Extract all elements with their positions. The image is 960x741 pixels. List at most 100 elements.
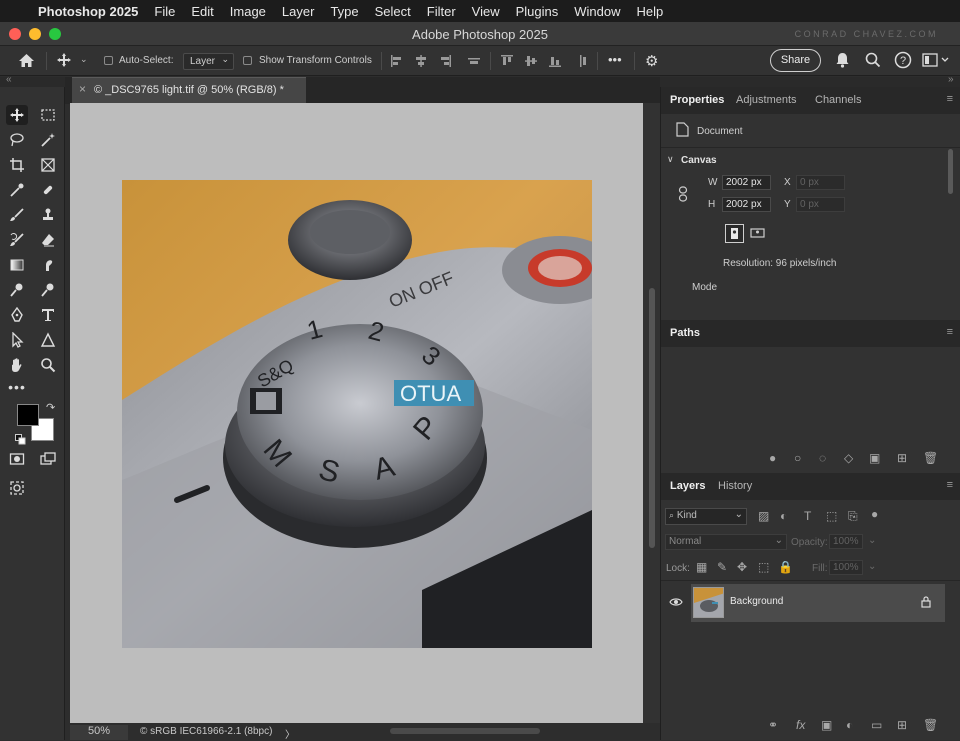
trash-icon[interactable]: 🗑 bbox=[923, 451, 938, 465]
zoom-tool[interactable] bbox=[37, 355, 59, 375]
new-path-icon[interactable]: ⊞ bbox=[897, 451, 907, 465]
lock-position-icon[interactable]: ✥ bbox=[737, 560, 747, 574]
link-icon[interactable] bbox=[678, 186, 688, 207]
marquee-tool[interactable] bbox=[37, 105, 59, 125]
fill-dropdown-icon[interactable]: ⌄ bbox=[868, 561, 876, 572]
more-options-button[interactable]: ••• bbox=[608, 52, 622, 67]
align-center-icon[interactable] bbox=[414, 54, 428, 71]
edit-toolbar-button[interactable]: ••• bbox=[6, 377, 28, 397]
gear-icon[interactable]: ⚙ bbox=[645, 52, 658, 70]
layer-row[interactable]: Background bbox=[669, 584, 945, 622]
adjustment-filter-icon[interactable]: ◐ bbox=[780, 509, 787, 523]
menu-file[interactable]: File bbox=[154, 4, 175, 19]
portrait-orientation-button[interactable] bbox=[725, 224, 744, 243]
trash-icon[interactable]: 🗑 bbox=[923, 718, 938, 732]
horizontal-scrollbar[interactable] bbox=[390, 728, 540, 734]
fill-field[interactable]: 100% bbox=[829, 560, 863, 575]
clone-stamp-tool[interactable] bbox=[37, 205, 59, 225]
app-menu[interactable]: Photoshop 2025 bbox=[38, 4, 138, 19]
smart-object-filter-icon[interactable]: ⎘ bbox=[848, 509, 858, 524]
new-group-icon[interactable]: ▭ bbox=[871, 718, 882, 732]
width-field[interactable]: 2002 px bbox=[722, 175, 771, 190]
quick-mask-icon[interactable] bbox=[6, 449, 28, 469]
align-left-icon[interactable] bbox=[390, 54, 404, 71]
search-icon[interactable] bbox=[865, 52, 881, 73]
screen-mode-icon[interactable] bbox=[37, 449, 59, 469]
height-field[interactable]: 2002 px bbox=[722, 197, 771, 212]
show-transform-checkbox[interactable] bbox=[243, 56, 252, 65]
workspace-icon[interactable] bbox=[922, 53, 950, 72]
auto-select-dropdown[interactable]: Layer ⌄ bbox=[183, 53, 234, 70]
zoom-level-field[interactable]: 50% bbox=[70, 725, 128, 740]
default-colors-icon[interactable] bbox=[15, 432, 26, 450]
magic-wand-tool[interactable] bbox=[37, 130, 59, 150]
shape-tool[interactable] bbox=[37, 330, 59, 350]
link-layers-icon[interactable]: ⚭ bbox=[768, 718, 778, 732]
tab-paths[interactable]: Paths bbox=[670, 327, 700, 339]
menu-edit[interactable]: Edit bbox=[191, 4, 213, 19]
blend-mode-dropdown[interactable]: Normal ⌄ bbox=[665, 534, 787, 550]
auto-select-checkbox[interactable] bbox=[104, 56, 113, 65]
pixel-filter-icon[interactable]: ▨ bbox=[758, 509, 769, 523]
move-tool[interactable] bbox=[6, 105, 28, 125]
tab-properties[interactable]: Properties bbox=[670, 94, 724, 106]
panel-menu-icon[interactable]: ≡ bbox=[947, 326, 953, 338]
menu-image[interactable]: Image bbox=[230, 4, 266, 19]
eyedropper-tool[interactable] bbox=[6, 180, 28, 200]
close-tab-icon[interactable]: × bbox=[79, 82, 86, 96]
menu-help[interactable]: Help bbox=[637, 4, 664, 19]
chevron-down-icon[interactable]: ∨ bbox=[667, 154, 674, 165]
filter-toggle-icon[interactable]: ● bbox=[871, 507, 878, 521]
eraser-tool[interactable] bbox=[37, 230, 59, 250]
share-button[interactable]: Share bbox=[770, 49, 821, 72]
bell-icon[interactable] bbox=[835, 52, 850, 73]
document-tab[interactable]: × © _DSC9765 light.tif @ 50% (RGB/8) * bbox=[72, 77, 306, 103]
layer-name[interactable]: Background bbox=[730, 596, 783, 607]
shape-filter-icon[interactable]: ⬚ bbox=[826, 509, 837, 523]
panel-menu-icon[interactable]: ≡ bbox=[947, 479, 953, 491]
pen-tool[interactable] bbox=[6, 305, 28, 325]
content-credentials-icon[interactable] bbox=[6, 478, 28, 498]
add-mask-icon[interactable]: ▣ bbox=[821, 718, 832, 732]
tab-layers[interactable]: Layers bbox=[670, 480, 705, 492]
panel-menu-icon[interactable]: ≡ bbox=[947, 93, 953, 105]
menu-window[interactable]: Window bbox=[574, 4, 620, 19]
brush-tool[interactable] bbox=[6, 205, 28, 225]
gradient-tool[interactable] bbox=[6, 255, 28, 275]
foreground-color-swatch[interactable] bbox=[17, 404, 39, 426]
properties-scrollbar[interactable] bbox=[948, 149, 953, 194]
stroke-path-icon[interactable]: ○ bbox=[794, 451, 801, 465]
type-tool[interactable] bbox=[37, 305, 59, 325]
distribute-horizontal-icon[interactable] bbox=[467, 54, 481, 71]
path-selection-tool[interactable] bbox=[6, 330, 28, 350]
menu-select[interactable]: Select bbox=[375, 4, 411, 19]
history-brush-tool[interactable] bbox=[6, 230, 28, 250]
align-right-icon[interactable] bbox=[438, 54, 452, 71]
hand-tool[interactable] bbox=[6, 355, 28, 375]
healing-brush-tool[interactable] bbox=[37, 180, 59, 200]
help-icon[interactable]: ? bbox=[894, 51, 912, 74]
lock-all-icon[interactable]: 🔒 bbox=[778, 560, 793, 574]
y-field[interactable]: 0 px bbox=[796, 197, 845, 212]
opacity-dropdown-icon[interactable]: ⌄ bbox=[868, 535, 876, 546]
smudge-tool[interactable] bbox=[37, 255, 59, 275]
align-top-icon[interactable] bbox=[500, 54, 514, 71]
vertical-scrollbar[interactable] bbox=[643, 103, 660, 723]
menu-layer[interactable]: Layer bbox=[282, 4, 315, 19]
tab-adjustments[interactable]: Adjustments bbox=[736, 94, 797, 106]
blur-tool[interactable] bbox=[37, 280, 59, 300]
align-bottom-icon[interactable] bbox=[548, 54, 562, 71]
distribute-vertical-icon[interactable] bbox=[576, 54, 590, 71]
fill-path-icon[interactable]: ● bbox=[769, 451, 776, 465]
collapse-right-icon[interactable]: » bbox=[948, 74, 954, 85]
make-work-path-icon[interactable]: ◇ bbox=[844, 451, 853, 465]
lock-transparent-icon[interactable]: ▦ bbox=[696, 560, 707, 574]
move-tool-icon[interactable] bbox=[56, 52, 72, 71]
new-layer-icon[interactable]: ⊞ bbox=[897, 718, 907, 732]
tab-history[interactable]: History bbox=[718, 480, 752, 492]
lock-artboard-icon[interactable]: ⬚ bbox=[758, 560, 769, 574]
menu-plugins[interactable]: Plugins bbox=[516, 4, 559, 19]
collapse-left-icon[interactable]: « bbox=[6, 74, 12, 85]
tab-channels[interactable]: Channels bbox=[815, 94, 861, 106]
add-mask-icon[interactable]: ▣ bbox=[869, 451, 880, 465]
